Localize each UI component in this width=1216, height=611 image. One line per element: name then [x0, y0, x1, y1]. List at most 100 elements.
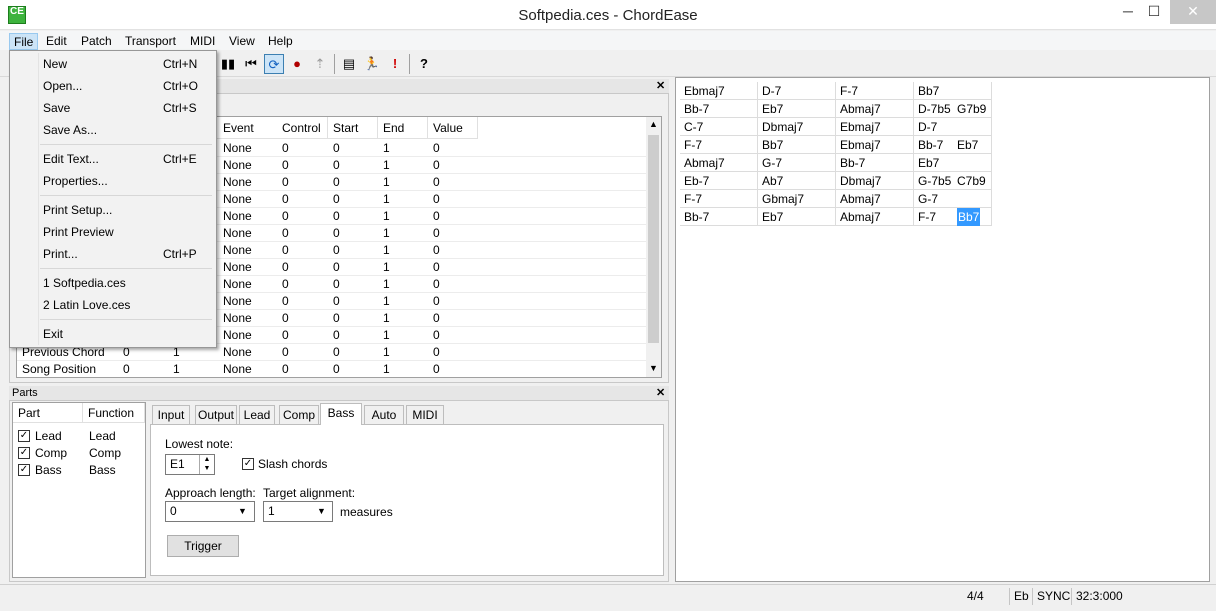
col-header-function[interactable]: Function [83, 403, 145, 423]
chord-measure[interactable]: Ab7 [758, 172, 836, 190]
chord-symbol[interactable]: C7b9 [957, 172, 986, 190]
menu-item-print-preview[interactable]: Print Preview [43, 225, 114, 239]
tab-bass[interactable]: Bass [320, 403, 362, 425]
approach-length-select[interactable]: 0 ▼ [165, 501, 255, 522]
run-icon[interactable]: 🏃 [362, 54, 382, 74]
menu-item-properties[interactable]: Properties... [43, 174, 108, 188]
menu-item-recent-1[interactable]: 1 Softpedia.ces [43, 276, 126, 290]
events-scrollbar[interactable]: ▲ ▼ [646, 117, 661, 377]
target-alignment-select[interactable]: 1 ▼ [263, 501, 333, 522]
chord-symbol[interactable]: Gbmaj7 [762, 190, 804, 208]
chord-measure[interactable]: D-7 [758, 82, 836, 100]
menu-transport[interactable]: Transport [121, 33, 180, 50]
chord-measure[interactable]: Abmaj7 [836, 208, 914, 226]
chord-measure[interactable]: Eb-7 [680, 172, 758, 190]
chord-symbol[interactable]: C-7 [684, 118, 703, 136]
chord-measure[interactable]: C-7 [680, 118, 758, 136]
events-panel-close-icon[interactable]: ✕ [656, 79, 665, 92]
checkbox-lead[interactable]: ✓ [18, 430, 30, 442]
chord-symbol[interactable]: F-7 [684, 190, 702, 208]
menu-item-save[interactable]: Save [43, 101, 70, 115]
chord-symbol[interactable]: D-7b5 [918, 100, 951, 118]
menu-edit[interactable]: Edit [42, 33, 71, 50]
checkbox-bass[interactable]: ✓ [18, 464, 30, 476]
chord-symbol[interactable]: D-7 [918, 118, 937, 136]
chord-measure[interactable]: Gbmaj7 [758, 190, 836, 208]
close-button[interactable]: ✕ [1170, 0, 1216, 24]
chord-measure[interactable]: Ebmaj7 [836, 118, 914, 136]
chord-measure[interactable]: Bb-7 Eb7 [914, 136, 992, 154]
chord-measure[interactable]: G-7b5 C7b9 [914, 172, 992, 190]
tab-comp[interactable]: Comp [279, 405, 319, 424]
menu-item-edit-text[interactable]: Edit Text... [43, 152, 99, 166]
chord-symbol[interactable]: Bb-7 [684, 100, 709, 118]
bookmark-icon[interactable]: ⇡ [310, 54, 330, 74]
chord-measure[interactable]: F-7 [680, 136, 758, 154]
chord-symbol[interactable]: Dbmaj7 [762, 118, 803, 136]
chord-measure[interactable]: Bb-7 [680, 100, 758, 118]
pause-icon[interactable]: ▮▮ [218, 54, 238, 74]
chord-measure[interactable]: D-7b5 G7b9 [914, 100, 992, 118]
chord-measure[interactable]: Bb-7 [836, 154, 914, 172]
rewind-icon[interactable]: ⏮ [241, 54, 261, 74]
table-row[interactable]: Song Position 0 1 None 0 0 1 0 [17, 361, 647, 377]
menu-item-open[interactable]: Open... [43, 79, 82, 93]
chord-symbol[interactable]: Eb7 [918, 154, 939, 172]
chord-symbol[interactable]: Abmaj7 [684, 154, 725, 172]
menu-patch[interactable]: Patch [77, 33, 116, 50]
menu-item-recent-2[interactable]: 2 Latin Love.ces [43, 298, 130, 312]
col-header-event[interactable]: Event [218, 117, 278, 139]
tab-input[interactable]: Input [152, 405, 190, 424]
chord-measure[interactable]: F-7 [836, 82, 914, 100]
chord-symbol[interactable]: F-7 [840, 82, 858, 100]
chord-measure[interactable]: D-7 [914, 118, 992, 136]
minimize-button[interactable]: ─ [1114, 0, 1142, 24]
chord-measure[interactable]: Eb7 [758, 100, 836, 118]
chord-symbol[interactable]: Bb-7 [918, 136, 943, 154]
menu-item-print[interactable]: Print... [43, 247, 78, 261]
menu-item-exit[interactable]: Exit [43, 327, 63, 341]
chord-symbol[interactable]: Bb-7 [840, 154, 865, 172]
lowest-note-field[interactable]: E1 ▲ ▼ [165, 454, 215, 475]
menu-item-print-setup[interactable]: Print Setup... [43, 203, 112, 217]
chord-symbol[interactable]: Dbmaj7 [840, 172, 881, 190]
chord-symbol[interactable]: G7b9 [957, 100, 986, 118]
chord-symbol[interactable]: D-7 [762, 82, 781, 100]
col-header-control[interactable]: Control [277, 117, 328, 139]
chord-measure[interactable]: Bb-7 [680, 208, 758, 226]
alert-icon[interactable]: ! [385, 54, 405, 74]
chord-symbol[interactable]: Ebmaj7 [684, 82, 725, 100]
chord-measure[interactable]: Dbmaj7 [836, 172, 914, 190]
menu-midi[interactable]: MIDI [186, 33, 219, 50]
maximize-button[interactable]: ☐ [1140, 0, 1168, 24]
tab-auto[interactable]: Auto [364, 405, 404, 424]
menu-item-new[interactable]: New [43, 57, 67, 71]
chord-measure[interactable]: F-7 Bb7 [914, 208, 992, 226]
scroll-down-icon[interactable]: ▼ [649, 363, 658, 373]
menu-file[interactable]: File [9, 33, 39, 50]
chord-measure[interactable]: Ebmaj7 [680, 82, 758, 100]
chord-symbol[interactable]: Ebmaj7 [840, 136, 881, 154]
chord-measure[interactable]: Bb7 [914, 82, 992, 100]
chord-symbol[interactable]: G-7b5 [918, 172, 951, 190]
chord-symbol[interactable]: Eb7 [762, 208, 783, 226]
chord-measure[interactable]: F-7 [680, 190, 758, 208]
col-header-value[interactable]: Value [428, 117, 478, 139]
chord-measure[interactable]: Abmaj7 [680, 154, 758, 172]
chord-symbol[interactable]: Abmaj7 [840, 190, 881, 208]
chord-measure[interactable]: Bb7 [758, 136, 836, 154]
chord-symbol[interactable]: F-7 [918, 208, 936, 226]
chord-symbol[interactable]: F-7 [684, 136, 702, 154]
chord-symbol[interactable]: G-7 [918, 190, 938, 208]
chord-symbol[interactable]: Abmaj7 [840, 100, 881, 118]
col-header-start[interactable]: Start [328, 117, 378, 139]
menu-help[interactable]: Help [264, 33, 297, 50]
chord-measure[interactable]: Abmaj7 [836, 190, 914, 208]
slash-chords-checkbox[interactable]: ✓ [242, 458, 254, 470]
chord-measure[interactable]: Abmaj7 [836, 100, 914, 118]
chord-symbol[interactable]: Eb7 [957, 136, 978, 154]
checkbox-comp[interactable]: ✓ [18, 447, 30, 459]
chord-symbol[interactable]: Ebmaj7 [840, 118, 881, 136]
chord-symbol[interactable]: Eb-7 [684, 172, 709, 190]
chord-measure[interactable]: Eb7 [914, 154, 992, 172]
